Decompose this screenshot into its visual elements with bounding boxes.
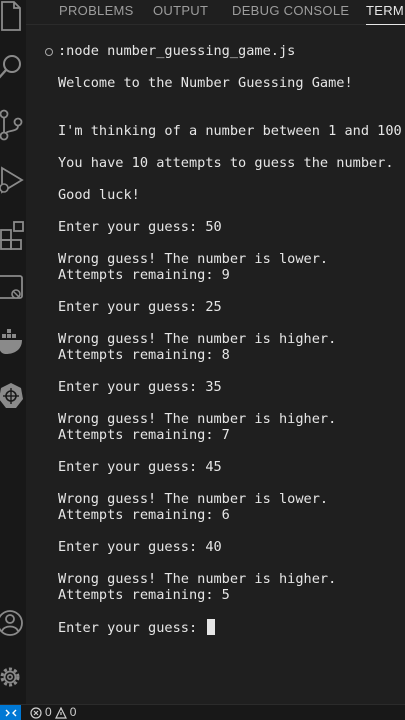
terminal-command: :node number_guessing_game.js — [58, 43, 296, 59]
remote-icon — [5, 709, 16, 716]
remote-indicator[interactable] — [0, 705, 21, 720]
terminal-line: Attempts remaining: 9 — [58, 267, 230, 283]
source-control-icon[interactable] — [0, 108, 26, 142]
account-icon[interactable] — [0, 606, 26, 640]
terminal-line: Enter your guess: 40 — [58, 539, 222, 555]
terminal-prompt-line[interactable]: Enter your guess: — [58, 619, 216, 636]
extensions-icon[interactable] — [0, 218, 26, 252]
terminal-line: Welcome to the Number Guessing Game! — [58, 75, 353, 91]
terminal-line: Attempts remaining: 5 — [58, 587, 230, 603]
terminal[interactable]: :node number_guessing_game.js Welcome to… — [26, 25, 405, 705]
terminal-line: Wrong guess! The number is higher. — [58, 331, 337, 347]
docker-icon[interactable] — [0, 326, 26, 360]
kubernetes-icon[interactable] — [0, 380, 26, 414]
files-icon[interactable] — [0, 0, 26, 36]
terminal-line: Wrong guess! The number is higher. — [58, 571, 337, 587]
error-icon — [30, 706, 42, 719]
run-debug-icon[interactable] — [0, 164, 26, 198]
terminal-line: Wrong guess! The number is lower. — [58, 491, 329, 507]
problems-indicator[interactable]: 0 0 — [30, 705, 76, 720]
terminal-line: You have 10 attempts to guess the number… — [58, 155, 394, 171]
gear-icon[interactable] — [0, 660, 26, 694]
terminal-line: Good luck! — [58, 187, 140, 203]
terminal-line: Enter your guess: 25 — [58, 299, 222, 315]
terminal-cursor — [207, 619, 216, 635]
tab-debug-console[interactable]: DEBUG CONSOLE — [232, 0, 349, 24]
tab-output[interactable]: OUTPUT — [153, 0, 208, 24]
command-status-icon — [45, 48, 53, 56]
terminal-prompt: Enter your guess: — [58, 620, 206, 636]
terminal-line: Wrong guess! The number is lower. — [58, 251, 329, 267]
terminal-line: Attempts remaining: 6 — [58, 507, 230, 523]
tab-terminal[interactable]: TERMI — [366, 0, 405, 25]
terminal-line: Wrong guess! The number is higher. — [58, 411, 337, 427]
terminal-line: Attempts remaining: 7 — [58, 427, 230, 443]
search-icon[interactable] — [0, 52, 26, 86]
remote-explorer-icon[interactable] — [0, 272, 26, 306]
terminal-line: Attempts remaining: 8 — [58, 347, 230, 363]
warning-count: 0 — [69, 705, 77, 719]
warning-icon — [54, 706, 67, 719]
activity-bar — [0, 0, 27, 705]
terminal-line: I'm thinking of a number between 1 and 1… — [58, 123, 405, 139]
status-bar: 0 0 — [0, 704, 405, 720]
tab-problems[interactable]: PROBLEMS — [59, 0, 134, 24]
terminal-line: Enter your guess: 45 — [58, 459, 222, 475]
terminal-line: Enter your guess: 35 — [58, 379, 222, 395]
terminal-line: Enter your guess: 50 — [58, 219, 222, 235]
error-count: 0 — [45, 705, 52, 719]
panel-tabs: PROBLEMS OUTPUT DEBUG CONSOLE TERMI — [26, 0, 405, 25]
